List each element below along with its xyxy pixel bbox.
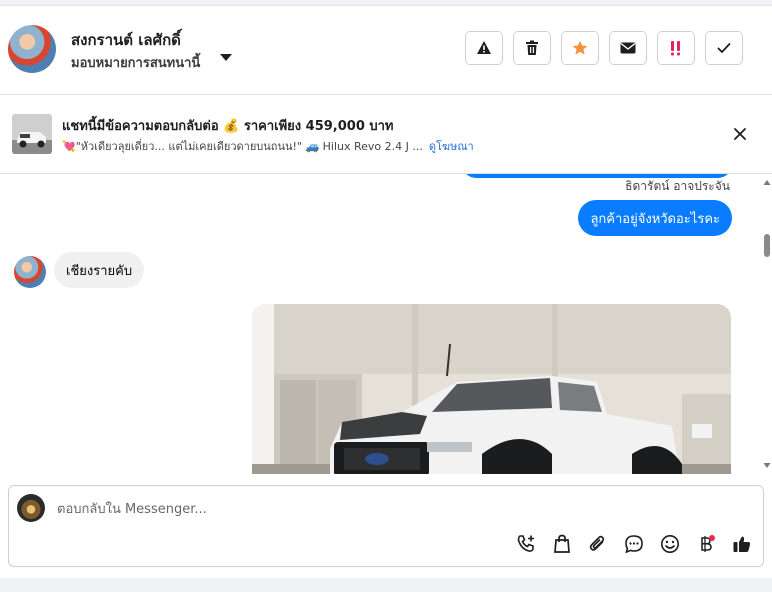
payment-button[interactable] <box>695 533 717 555</box>
contact-avatar <box>14 256 46 288</box>
message-thread: ธิดารัตน์ อาจประจัน ลูกค้าอยู่จังหวัดอะไ… <box>0 174 772 474</box>
report-button[interactable] <box>465 31 503 65</box>
page-avatar <box>17 494 45 522</box>
close-banner-button[interactable] <box>730 124 750 144</box>
contact-name[interactable]: สงกรานต์ เลศักดิ์ <box>71 28 181 52</box>
image-attachment[interactable] <box>252 304 731 474</box>
trash-icon <box>526 40 538 55</box>
delete-button[interactable] <box>513 31 551 65</box>
page-footer-strip <box>0 578 772 592</box>
reply-input[interactable] <box>55 496 749 522</box>
avatar[interactable] <box>8 25 56 73</box>
emoji-button[interactable] <box>659 533 681 555</box>
ad-thumbnail[interactable] <box>12 114 52 154</box>
call-button[interactable] <box>515 533 537 555</box>
attach-button[interactable] <box>587 533 609 555</box>
conversation-header: สงกรานต์ เลศักดิ์ มอบหมายการสนทนานี้ <box>0 6 772 95</box>
shop-button[interactable] <box>551 533 573 555</box>
priority-button[interactable] <box>657 31 695 65</box>
ad-description: 💘"หัวเดียวลุยเดี่ยว... แต่ไม่เคยเดียวดาย… <box>62 140 423 153</box>
car-thumbnail-image <box>12 114 52 154</box>
truck-photo <box>252 304 731 474</box>
saved-replies-button[interactable] <box>623 533 645 555</box>
view-ad-link[interactable]: ดูโฆษณา <box>429 140 474 153</box>
ad-subtitle: 💘"หัวเดียวลุยเดี่ยว... แต่ไม่เคยเดียวดาย… <box>62 137 474 155</box>
ad-context-banner: แชทนี้มีข้อความตอบกลับต่อ 💰 ราคาเพียง 45… <box>0 95 772 174</box>
priority-icon <box>671 41 680 56</box>
check-icon <box>717 43 731 54</box>
chevron-down-icon[interactable] <box>220 54 232 61</box>
sender-name: ธิดารัตน์ อาจประจัน <box>625 179 730 193</box>
paperclip-icon <box>589 535 605 551</box>
outgoing-message[interactable]: ลูกค้าอยู่จังหวัดอะไรคะ <box>578 200 732 236</box>
incoming-message[interactable]: เชียงรายคับ <box>54 252 145 288</box>
baht-icon <box>701 535 715 552</box>
mark-done-button[interactable] <box>705 31 743 65</box>
scrollbar-track <box>763 180 771 468</box>
close-icon <box>734 128 746 140</box>
envelope-icon <box>620 42 636 54</box>
thumbs-up-icon <box>733 536 751 552</box>
ad-title: แชทนี้มีข้อความตอบกลับต่อ 💰 ราคาเพียง 45… <box>62 119 394 134</box>
shopping-bag-icon <box>554 534 570 553</box>
phone-plus-icon <box>517 535 534 552</box>
reply-composer <box>8 485 764 567</box>
assign-conversation-label[interactable]: มอบหมายการสนทนานี้ <box>71 52 200 73</box>
warning-icon <box>477 41 491 54</box>
like-button[interactable] <box>731 533 753 555</box>
scrollbar[interactable] <box>762 174 772 474</box>
star-icon <box>572 40 588 55</box>
star-button[interactable] <box>561 31 599 65</box>
mark-unread-button[interactable] <box>609 31 647 65</box>
chat-bubble-icon <box>625 535 643 554</box>
smiley-icon <box>661 535 679 553</box>
